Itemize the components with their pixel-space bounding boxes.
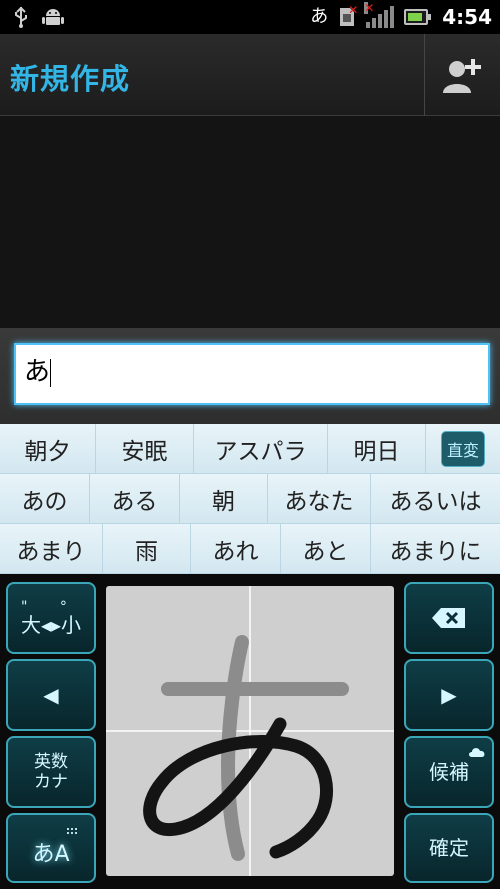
confirm-key[interactable]: 確定: [404, 813, 494, 883]
page-title: 新規作成: [10, 62, 131, 96]
confirm-label: 確定: [429, 836, 469, 860]
handwriting-pad[interactable]: [106, 586, 394, 876]
candidates-key[interactable]: 候補: [404, 736, 494, 808]
alpha-kana-label-1: 英数: [34, 752, 68, 772]
candidate-item[interactable]: 雨: [103, 524, 191, 573]
message-input-value: あ: [24, 357, 51, 387]
direct-convert-button[interactable]: 直変: [441, 430, 485, 467]
handwriting-keyboard: " ° 大◂▸小 ◀ 英数 カナ あA ▶ 候補 確定: [0, 574, 500, 889]
backspace-key[interactable]: [404, 582, 494, 654]
add-contact-button[interactable]: [425, 34, 500, 116]
cursor-left-key[interactable]: ◀: [6, 659, 96, 731]
left-arrow-icon: ◀: [43, 683, 59, 707]
clock: 4:54: [442, 5, 492, 29]
candidate-item[interactable]: 安眠: [96, 424, 194, 473]
action-bar: 新規作成: [0, 34, 500, 116]
candidate-item[interactable]: あまりに: [371, 524, 500, 573]
backspace-icon: [432, 608, 465, 628]
candidate-item[interactable]: アスパラ: [194, 424, 328, 473]
case-toggle-label: 大◂▸小: [20, 613, 82, 637]
candidate-item[interactable]: あれ: [191, 524, 281, 573]
usb-icon: [15, 6, 27, 28]
message-area: [0, 116, 500, 328]
candidates-label: 候補: [429, 760, 469, 784]
sim-missing-icon: ✕: [338, 4, 358, 28]
candidate-item[interactable]: あるいは: [371, 474, 500, 523]
input-mode-indicator: あ: [310, 6, 329, 27]
candidate-row-2: あの ある 朝 あなた あるいは: [0, 474, 500, 524]
battery-charging-icon: [404, 9, 432, 25]
candidate-item[interactable]: あと: [281, 524, 371, 573]
candidate-item[interactable]: 朝夕: [0, 424, 96, 473]
add-contact-icon: [442, 59, 481, 93]
status-bar: あ ✕ ✕ 4:54: [0, 0, 500, 34]
handwriting-strokes: [106, 586, 394, 876]
cloud-icon: [469, 748, 485, 757]
dakuten-hint: " °: [21, 599, 81, 615]
signal-no-service-icon: ✕: [364, 2, 395, 28]
direct-convert-cell: 直変: [426, 424, 500, 473]
input-mode-key[interactable]: あA: [6, 813, 96, 883]
cursor-right-key[interactable]: ▶: [404, 659, 494, 731]
candidate-item[interactable]: 朝: [180, 474, 268, 523]
candidate-item[interactable]: 明日: [328, 424, 426, 473]
compose-bar: あ: [0, 328, 500, 424]
alpha-kana-label-2: カナ: [34, 772, 68, 792]
candidate-item[interactable]: ある: [90, 474, 180, 523]
message-input[interactable]: あ: [14, 343, 490, 405]
grid-dots-icon: [66, 827, 78, 835]
candidate-item[interactable]: あまり: [0, 524, 103, 573]
right-arrow-icon: ▶: [441, 683, 457, 707]
case-toggle-key[interactable]: " ° 大◂▸小: [6, 582, 96, 654]
candidate-item[interactable]: あなた: [268, 474, 371, 523]
text-caret: [50, 358, 52, 387]
candidate-row-1: 朝夕 安眠 アスパラ 明日 直変: [0, 424, 500, 474]
alpha-kana-key[interactable]: 英数 カナ: [6, 736, 96, 808]
android-icon: [42, 9, 64, 25]
candidate-item[interactable]: あの: [0, 474, 90, 523]
input-mode-label: あA: [32, 842, 70, 867]
candidate-row-3: あまり 雨 あれ あと あまりに: [0, 524, 500, 574]
candidate-panel: 朝夕 安眠 アスパラ 明日 直変 あの ある 朝 あなた あるいは あまり 雨 …: [0, 424, 500, 574]
